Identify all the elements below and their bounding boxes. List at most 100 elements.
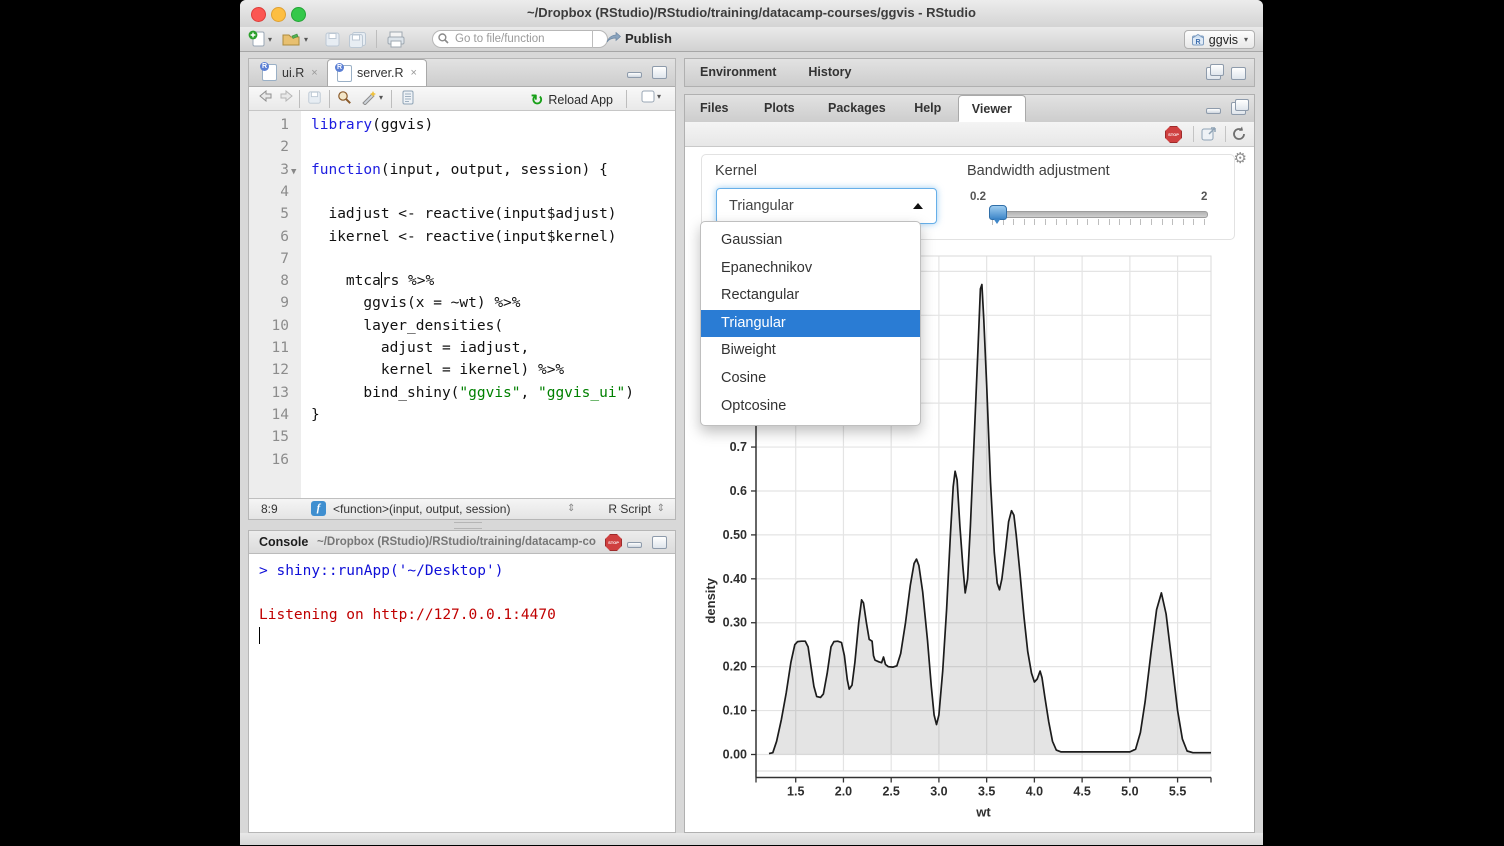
editor-status-bar: 8:9 f <function>(input, output, session)… <box>249 498 675 519</box>
toolbar-separator <box>1225 126 1226 142</box>
stop-app-button[interactable]: STOP <box>1165 126 1182 143</box>
restore-pane-icon[interactable] <box>1206 67 1221 80</box>
code-line: 6 ikernel <- reactive(input$kernel) <box>249 226 675 248</box>
title-bar: ~/Dropbox (RStudio)/RStudio/training/dat… <box>240 0 1263 28</box>
svg-text:4.0: 4.0 <box>1026 785 1043 799</box>
svg-text:5.5: 5.5 <box>1169 785 1186 799</box>
pane-splitter-handle[interactable] <box>454 522 482 529</box>
search-icon <box>438 33 449 44</box>
code-editor[interactable]: 1library(ggvis)23▼function(input, output… <box>249 111 675 498</box>
restore-pane-icon[interactable] <box>1231 102 1246 115</box>
kernel-option-gaussian[interactable]: Gaussian <box>701 227 920 255</box>
save-all-icon <box>348 31 367 48</box>
tab-plots[interactable]: Plots <box>751 95 808 122</box>
svg-text:wt: wt <box>975 805 991 820</box>
console-cursor-line <box>259 626 675 648</box>
svg-text:0.7: 0.7 <box>730 440 747 454</box>
tab-viewer[interactable]: Viewer <box>958 95 1026 122</box>
kernel-selected-value: Triangular <box>729 198 794 214</box>
environment-pane: EnvironmentHistory <box>684 58 1255 87</box>
bandwidth-slider-handle[interactable] <box>989 205 1007 220</box>
console-working-directory: ~/Dropbox (RStudio)/RStudio/training/dat… <box>317 536 617 548</box>
stop-button[interactable]: STOP <box>605 534 622 551</box>
kernel-option-rectangular[interactable]: Rectangular <box>701 282 920 310</box>
publish-button[interactable]: Publish <box>606 31 672 46</box>
save-icon[interactable] <box>307 90 322 105</box>
forward-icon[interactable] <box>279 90 293 102</box>
close-tab-icon[interactable]: × <box>311 67 317 79</box>
save-all-button[interactable] <box>348 29 367 49</box>
tab-history[interactable]: History <box>795 59 864 86</box>
save-icon <box>324 31 341 48</box>
open-file-button[interactable]: ▾ <box>282 29 308 49</box>
kernel-option-triangular[interactable]: Triangular <box>701 310 920 338</box>
shiny-app-view: ⚙ 1.52.02.53.03.54.04.55.05.5wt0.000.100… <box>685 147 1254 832</box>
svg-text:R: R <box>1195 39 1200 46</box>
minimize-pane-icon[interactable] <box>1206 108 1221 114</box>
code-line: 16 <box>249 449 675 471</box>
reload-app-label: Reload App <box>548 93 613 107</box>
refresh-button[interactable] <box>1231 126 1247 147</box>
save-button[interactable] <box>324 29 341 49</box>
tab-environment[interactable]: Environment <box>687 59 789 86</box>
tab-packages[interactable]: Packages <box>815 95 899 122</box>
tab-label: ui.R <box>282 66 304 80</box>
code-tools-icon[interactable]: ▾ <box>361 90 383 105</box>
minimize-pane-icon[interactable] <box>627 72 642 78</box>
maximize-pane-icon[interactable] <box>652 66 667 79</box>
code-line: 10 layer_densities( <box>249 315 675 337</box>
function-scope-icon: f <box>311 501 326 516</box>
kernel-label: Kernel <box>715 163 757 179</box>
tab-files[interactable]: Files <box>687 95 742 122</box>
toolbar-separator <box>391 90 392 108</box>
gear-icon[interactable]: ⚙ <box>1234 149 1247 167</box>
back-icon[interactable] <box>259 90 273 102</box>
svg-text:2.0: 2.0 <box>835 785 852 799</box>
rstudio-window: ~/Dropbox (RStudio)/RStudio/training/dat… <box>240 0 1263 845</box>
kernel-option-epanechnikov[interactable]: Epanechnikov <box>701 255 920 283</box>
find-icon[interactable] <box>337 90 352 105</box>
goto-file-input[interactable]: Go to file/function <box>432 30 608 48</box>
file-type-label[interactable]: R Script <box>608 502 651 516</box>
console-title[interactable]: Console <box>259 535 308 549</box>
new-file-button[interactable]: ▾ <box>248 29 272 49</box>
minimize-pane-icon[interactable] <box>627 542 642 548</box>
fold-arrow-icon[interactable]: ▼ <box>291 161 296 183</box>
bandwidth-slider-track[interactable] <box>990 211 1208 218</box>
console-input-line: > shiny::runApp('~/Desktop') <box>259 560 675 582</box>
svg-text:0.6: 0.6 <box>730 484 747 498</box>
main-toolbar: ▾ ▾ <box>240 27 1263 52</box>
project-menu-button[interactable]: R ggvis ▾ <box>1184 30 1255 49</box>
chevron-down-icon: ▾ <box>657 92 661 101</box>
svg-text:3.5: 3.5 <box>978 785 995 799</box>
slider-tick-marks <box>992 219 1204 226</box>
editor-tab-ui.R[interactable]: ui.R × <box>253 59 327 86</box>
svg-text:0.20: 0.20 <box>723 660 747 674</box>
code-line: 4 <box>249 181 675 203</box>
maximize-pane-icon[interactable] <box>1231 67 1246 80</box>
toolbar-separator <box>329 90 330 108</box>
open-in-new-window-button[interactable] <box>1201 126 1218 146</box>
compile-notebook-icon[interactable] <box>401 90 415 105</box>
svg-text:4.5: 4.5 <box>1073 785 1090 799</box>
tab-help[interactable]: Help <box>901 95 954 122</box>
toolbar-separator <box>376 30 377 48</box>
source-on-save-menu[interactable]: ▾ <box>641 90 661 103</box>
console-output[interactable]: > shiny::runApp('~/Desktop') Listening o… <box>249 554 675 832</box>
maximize-pane-icon[interactable] <box>652 536 667 549</box>
kernel-option-optcosine[interactable]: Optcosine <box>701 393 920 421</box>
editor-tab-server.R[interactable]: server.R× <box>327 59 427 86</box>
editor-tab-bar: ui.R×server.R× <box>249 59 675 87</box>
publish-icon <box>606 32 621 45</box>
print-button[interactable] <box>386 29 406 49</box>
function-scope-label[interactable]: <function>(input, output, session) <box>333 502 510 516</box>
close-tab-icon[interactable]: × <box>411 67 417 79</box>
kernel-option-cosine[interactable]: Cosine <box>701 365 920 393</box>
kernel-select[interactable]: Triangular <box>716 188 937 224</box>
kernel-option-biweight[interactable]: Biweight <box>701 337 920 365</box>
reload-app-button[interactable]: ↻ Reload App <box>531 91 613 109</box>
chevron-down-icon: ▾ <box>379 93 383 102</box>
r-project-icon: R <box>1191 33 1205 47</box>
code-line: 13 bind_shiny("ggvis", "ggvis_ui") <box>249 382 675 404</box>
print-icon <box>386 31 406 48</box>
